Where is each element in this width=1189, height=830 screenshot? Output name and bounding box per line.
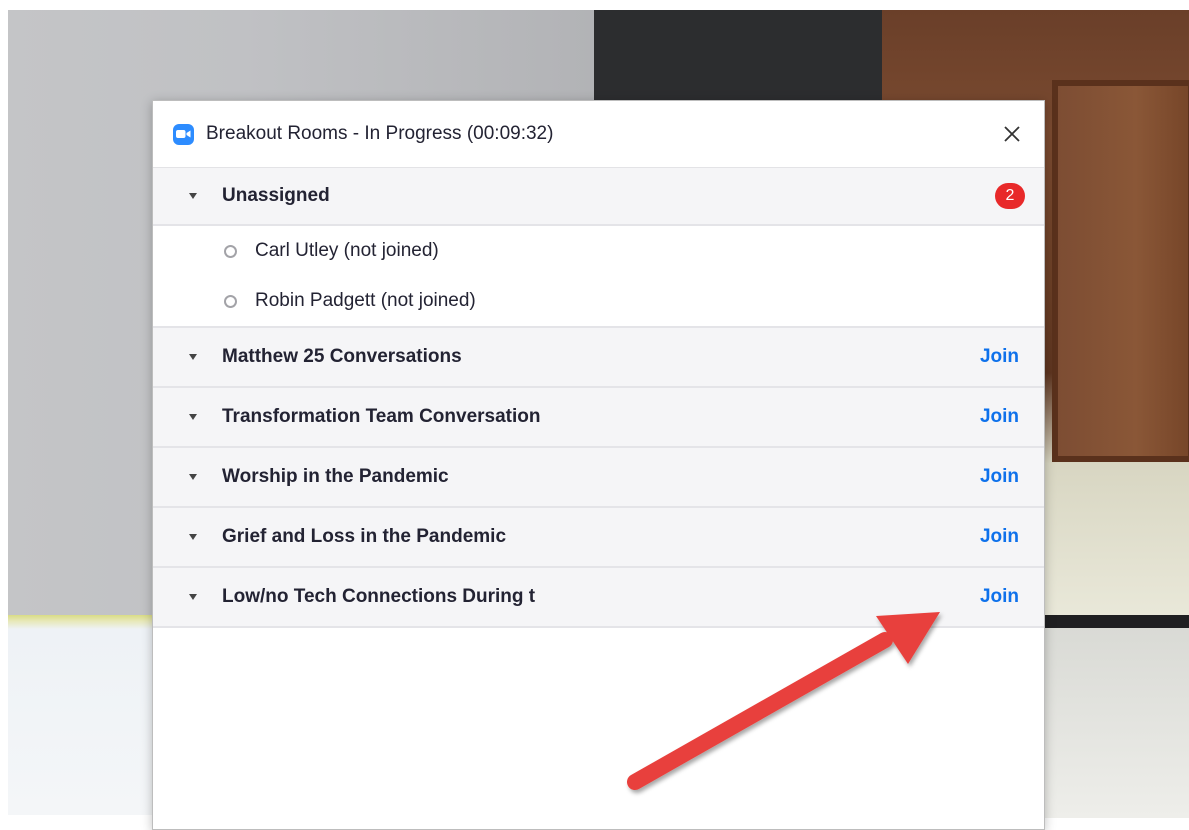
join-button[interactable]: Join (980, 466, 1019, 488)
caret-down-icon[interactable] (189, 414, 197, 420)
participant-name: Robin Padgett (not joined) (255, 290, 476, 311)
room-name: Matthew 25 Conversations (222, 346, 462, 367)
room-row[interactable]: Worship in the Pandemic Join (153, 448, 1044, 508)
room-name: Low/no Tech Connections During t (222, 586, 536, 607)
unassigned-count-badge: 2 (995, 183, 1025, 209)
caret-down-icon[interactable] (189, 534, 197, 540)
room-name: Transformation Team Conversation (222, 406, 541, 427)
participant-item[interactable]: Robin Padgett (not joined) (153, 276, 1044, 326)
dialog-title: Breakout Rooms - In Progress (00:09:32) (206, 123, 554, 144)
dialog-titlebar: Breakout Rooms - In Progress (00:09:32) (153, 101, 1044, 168)
breakout-rooms-dialog: Breakout Rooms - In Progress (00:09:32) … (152, 100, 1045, 830)
join-button[interactable]: Join (980, 346, 1019, 368)
door-image (1052, 80, 1189, 462)
caret-down-icon[interactable] (189, 193, 197, 199)
participant-name: Carl Utley (not joined) (255, 240, 439, 261)
caret-down-icon[interactable] (189, 594, 197, 600)
room-row[interactable]: Grief and Loss in the Pandemic Join (153, 508, 1044, 568)
room-name: Grief and Loss in the Pandemic (222, 526, 507, 547)
join-button[interactable]: Join (980, 586, 1019, 608)
room-name: Worship in the Pandemic (222, 466, 449, 487)
caret-down-icon[interactable] (189, 354, 197, 360)
radio-icon[interactable] (224, 294, 237, 308)
unassigned-participant-list: Carl Utley (not joined) Robin Padgett (n… (153, 226, 1044, 328)
room-row[interactable]: Transformation Team Conversation Join (153, 388, 1044, 448)
room-name: Unassigned (222, 185, 330, 206)
join-button[interactable]: Join (980, 526, 1019, 548)
zoom-camera-icon (173, 123, 194, 145)
room-row[interactable]: Low/no Tech Connections During t Join (153, 568, 1044, 628)
room-row[interactable]: Matthew 25 Conversations Join (153, 328, 1044, 388)
caret-down-icon[interactable] (189, 474, 197, 480)
participant-item[interactable]: Carl Utley (not joined) (153, 226, 1044, 276)
radio-icon[interactable] (224, 244, 237, 258)
room-unassigned[interactable]: Unassigned 2 (153, 168, 1044, 226)
join-button[interactable]: Join (980, 406, 1019, 428)
close-icon[interactable] (998, 120, 1026, 148)
